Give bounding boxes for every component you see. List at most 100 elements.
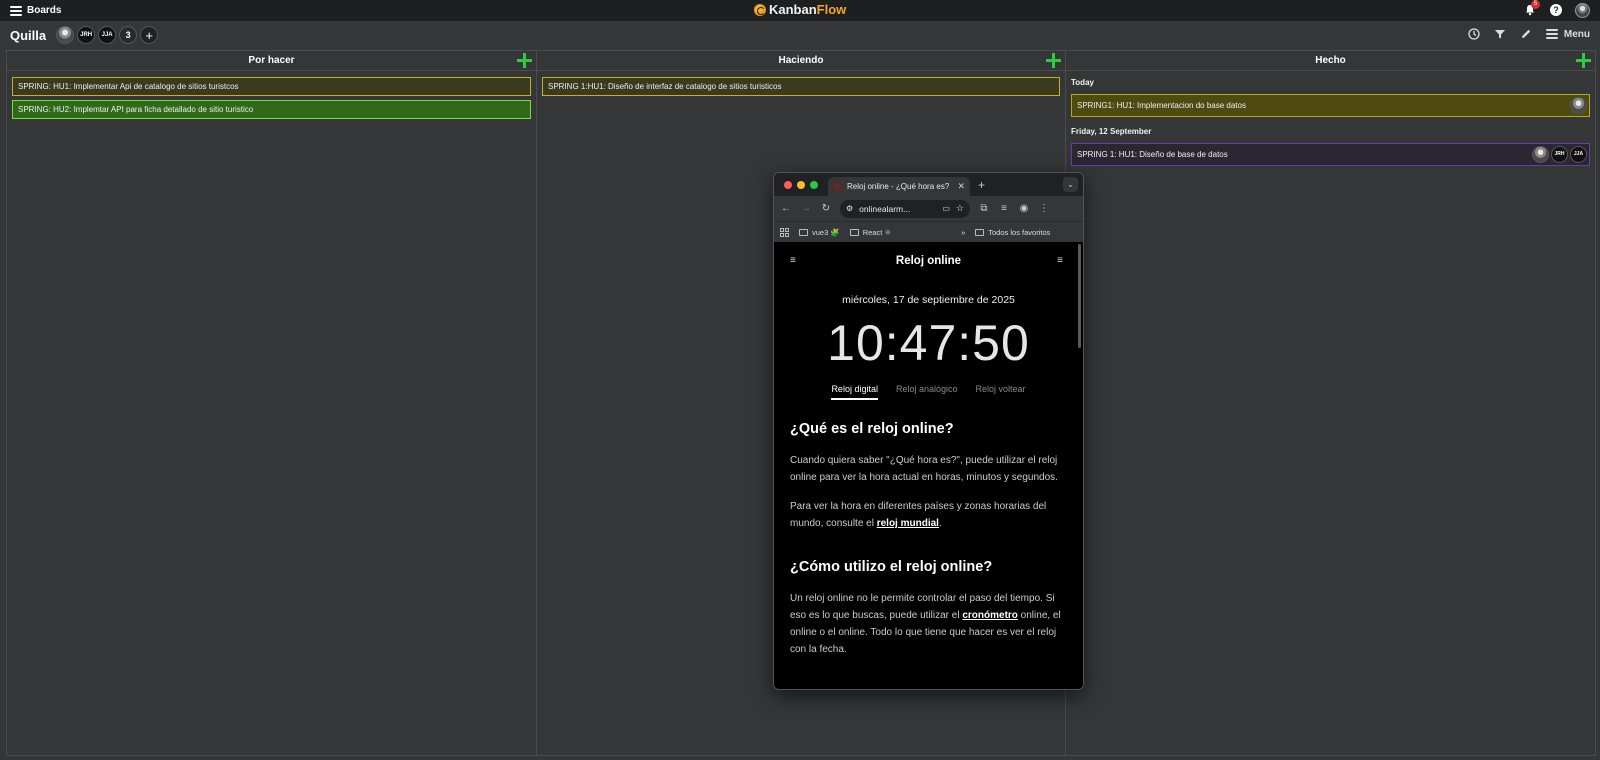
- column-header: Haciendo: [537, 51, 1065, 71]
- media-controls-icon[interactable]: ≡: [998, 203, 1010, 214]
- logo-text-kanban: Kanban: [769, 2, 817, 17]
- tab-reloj-digital[interactable]: Reloj digital: [831, 384, 878, 400]
- help-icon[interactable]: ?: [1550, 4, 1562, 16]
- article: ¿Qué es el reloj online? Cuando quiera s…: [774, 421, 1083, 658]
- task-avatar-photo: [1532, 146, 1549, 163]
- column-header: Por hacer: [7, 51, 536, 71]
- column-title: Por hacer: [248, 55, 295, 66]
- clock-icon[interactable]: [1468, 28, 1480, 40]
- member-avatar-photo[interactable]: [56, 26, 75, 44]
- page-header: ≡ Reloj online ≡: [774, 242, 1083, 280]
- browser-window: Reloj online - ¿Qué hora es? ✕ + ⌄ ← → ↻…: [773, 172, 1084, 690]
- task-text: SPRING 1: HU1: Diseño de base de datos: [1077, 150, 1228, 159]
- task-card[interactable]: SPRING: HU1: Implementar Api de catalogo…: [12, 77, 531, 96]
- task-avatar-photo: [1570, 97, 1587, 114]
- user-avatar[interactable]: [1575, 2, 1590, 18]
- filter-icon[interactable]: [1494, 28, 1506, 40]
- add-task-plus-icon[interactable]: [517, 53, 532, 68]
- task-card[interactable]: SPRING 1: HU1: Diseño de base de datos J…: [1071, 143, 1590, 166]
- tab-search-chevron-icon[interactable]: ⌄: [1063, 177, 1078, 192]
- bookmark-label: React ⚛: [862, 227, 892, 237]
- page-settings-icon[interactable]: ≡: [1057, 255, 1063, 266]
- bookmark-star-icon[interactable]: ☆: [956, 203, 964, 214]
- article-heading: ¿Cómo utilizo el reloj online?: [790, 559, 993, 575]
- world-clock-link[interactable]: reloj mundial: [877, 518, 939, 529]
- close-window-button[interactable]: [784, 180, 792, 189]
- kebab-menu-icon[interactable]: ⋮: [1038, 203, 1050, 214]
- more-bookmarks-icon[interactable]: »: [961, 228, 965, 237]
- task-card[interactable]: SPRING 1:HU1: Diseño de interfaz de cata…: [542, 77, 1060, 96]
- browser-toolbar: ← → ↻ ⚙ onlinealarm... ▭ ☆ ⧉ ≡ ◉ ⋮: [774, 196, 1083, 221]
- web-page-content: ≡ Reloj online ≡ miércoles, 17 de septie…: [774, 242, 1083, 689]
- article-paragraph: Cuando quiera saber "¿Qué hora es?", pue…: [790, 455, 1058, 483]
- folder-icon: [799, 228, 808, 236]
- window-controls: [784, 180, 818, 189]
- add-task-plus-icon[interactable]: [1576, 53, 1591, 68]
- member-avatar-jja[interactable]: JJA: [98, 26, 117, 44]
- column-title: Haciendo: [778, 55, 824, 66]
- logo-text-flow: Flow: [816, 2, 847, 17]
- forward-arrow-icon[interactable]: →: [800, 203, 812, 214]
- kanbanflow-logo[interactable]: Kanban Flow: [754, 2, 846, 17]
- tab-reloj-voltear[interactable]: Reloj voltear: [976, 384, 1026, 400]
- folder-icon: [849, 228, 859, 236]
- top-bar: Boards Kanban Flow 5 ?: [0, 0, 1600, 21]
- bookmark-label: Todos los favoritos: [988, 227, 1051, 237]
- stopwatch-link[interactable]: cronómetro: [962, 610, 1018, 621]
- profile-icon[interactable]: ◉: [1018, 203, 1030, 214]
- reload-icon[interactable]: ↻: [820, 203, 832, 214]
- back-arrow-icon[interactable]: ←: [780, 203, 792, 214]
- boards-label: Boards: [27, 5, 62, 16]
- bookmark-folder-all[interactable]: Todos los favoritos: [975, 228, 1050, 237]
- site-favicon-icon: [833, 182, 842, 191]
- board-members: JRH JJA 3 +: [56, 26, 159, 44]
- page-title: Reloj online: [895, 255, 962, 267]
- minimize-window-button[interactable]: [797, 180, 805, 189]
- paragraph-text: .: [938, 518, 942, 529]
- digital-clock: 10:47:50: [827, 315, 1030, 371]
- date-group-label: Friday, 12 September: [1071, 127, 1152, 136]
- hamburger-icon: [10, 4, 22, 18]
- column-header: Hecho: [1066, 51, 1595, 71]
- date-group-label: Today: [1071, 78, 1094, 87]
- extensions-icon[interactable]: ⧉: [978, 203, 990, 214]
- boards-button[interactable]: Boards: [10, 4, 61, 18]
- maximize-window-button[interactable]: [810, 180, 818, 189]
- new-tab-icon[interactable]: +: [978, 178, 985, 192]
- close-tab-icon[interactable]: ✕: [957, 181, 965, 192]
- article-paragraph: Un reloj online no le permite controlar …: [790, 590, 1067, 658]
- bookmark-folder-react[interactable]: React ⚛: [849, 227, 892, 237]
- notifications-button[interactable]: 5: [1523, 0, 1540, 19]
- bookmark-label: vue3 🧩: [812, 227, 840, 237]
- notification-badge: 5: [1531, 0, 1540, 9]
- bookmark-folder-vue3[interactable]: vue3 🧩: [799, 228, 840, 237]
- current-date: miércoles, 17 de septiembre de 2025: [842, 294, 1015, 306]
- task-avatar-jrh: JRH: [1551, 146, 1568, 163]
- board-menu-button[interactable]: Menu: [1545, 27, 1590, 41]
- article-paragraph: Para ver la hora en diferentes países y …: [790, 498, 1067, 532]
- task-text: SPRING1: HU1: Implementacion do base dat…: [1077, 101, 1246, 110]
- add-member-button[interactable]: +: [140, 26, 159, 44]
- task-avatar-jja: JJA: [1570, 146, 1587, 163]
- page-menu-icon[interactable]: ≡: [790, 255, 796, 266]
- tab-strip: Reloj online - ¿Qué hora es? ✕ + ⌄: [774, 173, 1083, 196]
- column-hecho: Hecho Today SPRING1: HU1: Implementacion…: [1066, 51, 1595, 755]
- member-avatar-jrh[interactable]: JRH: [77, 26, 96, 44]
- address-bar[interactable]: ⚙ onlinealarm... ▭ ☆: [840, 199, 970, 218]
- logo-icon: [754, 3, 766, 16]
- board-title[interactable]: Quilla: [10, 28, 46, 43]
- add-task-plus-icon[interactable]: [1046, 53, 1061, 68]
- pencil-icon[interactable]: [1520, 28, 1532, 40]
- browser-tab[interactable]: Reloj online - ¿Qué hora es? ✕: [828, 177, 970, 196]
- member-count[interactable]: 3: [119, 26, 138, 44]
- column-title: Hecho: [1315, 55, 1346, 66]
- apps-grid-icon[interactable]: [780, 227, 789, 237]
- article-heading: ¿Qué es el reloj online?: [790, 421, 954, 437]
- task-card[interactable]: SPRING1: HU1: Implementacion do base dat…: [1071, 94, 1590, 117]
- tab-reloj-analogico[interactable]: Reloj analógico: [896, 384, 958, 400]
- task-card[interactable]: SPRING: HU2: Implemtar API para ficha de…: [12, 100, 531, 119]
- menu-hamburger-icon: [1545, 27, 1558, 41]
- site-info-icon[interactable]: ⚙: [846, 204, 853, 213]
- cast-icon[interactable]: ▭: [942, 204, 950, 213]
- menu-label: Menu: [1563, 28, 1590, 40]
